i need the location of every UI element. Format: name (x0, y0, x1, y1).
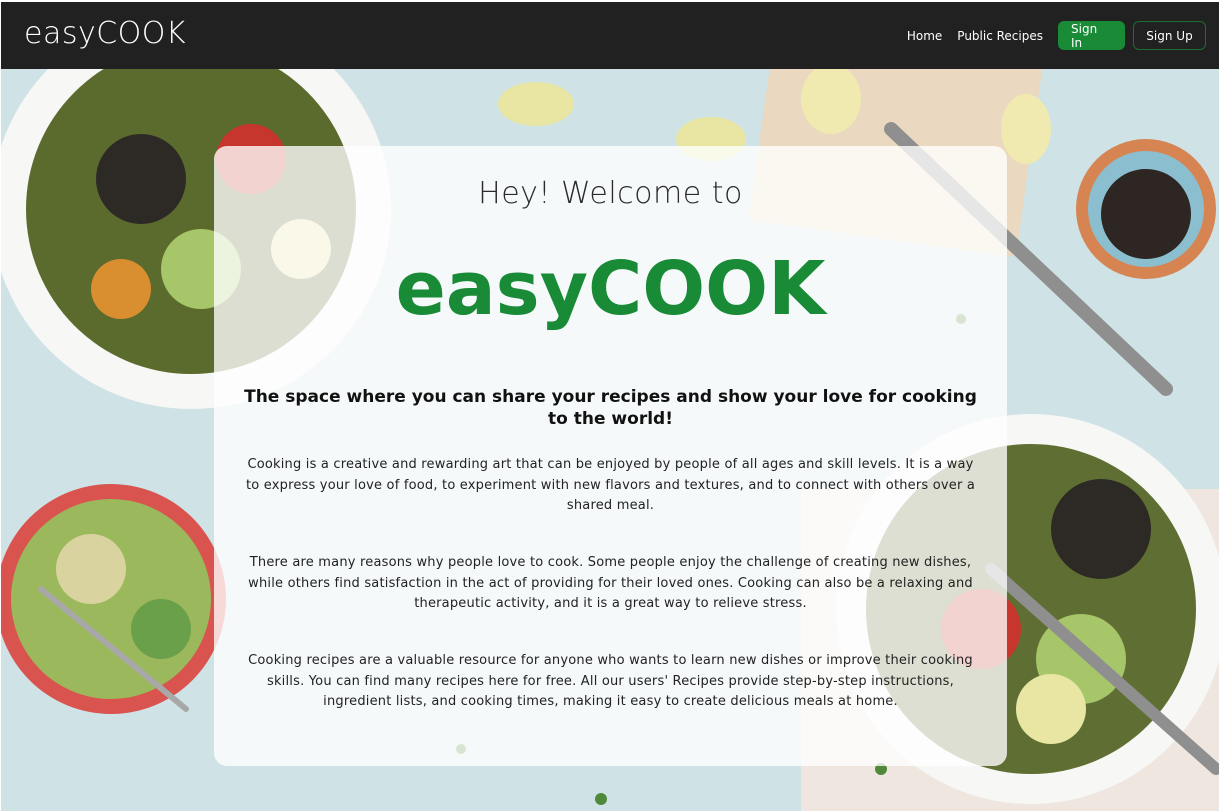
intro-paragraph: Cooking is a creative and rewarding art … (245, 457, 976, 513)
brand-logo-link[interactable]: easyCOOK (24, 16, 186, 51)
sign-up-button[interactable]: Sign Up (1133, 21, 1206, 50)
nav-link-public-recipes[interactable]: Public Recipes (957, 29, 1043, 43)
intro-paragraph: There are many reasons why people love t… (248, 555, 973, 611)
sign-in-button[interactable]: Sign In (1058, 21, 1125, 50)
intro-paragraph: Cooking recipes are a valuable resource … (248, 653, 973, 709)
hero-tagline: The space where you can share your recip… (244, 387, 977, 429)
welcome-card: Hey! Welcome to easyCOOK The space where… (214, 146, 1007, 766)
nav-links: Home Public Recipes Sign In Sign Up (907, 21, 1206, 50)
hero-brand-title: easyCOOK (395, 246, 826, 332)
nav-link-home[interactable]: Home (907, 29, 942, 43)
welcome-heading: Hey! Welcome to (478, 176, 743, 211)
top-navbar: easyCOOK Home Public Recipes Sign In Sig… (1, 2, 1219, 69)
